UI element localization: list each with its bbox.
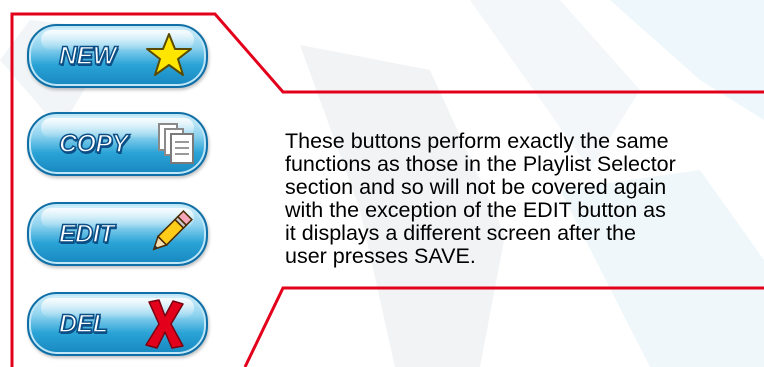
new-button-label: NEW: [58, 41, 117, 71]
red-x-icon: [145, 299, 184, 349]
manual-page: NEW COPY EDIT DEL These buttons perform …: [0, 0, 764, 367]
description-text: These buttons perform exactly the same f…: [285, 129, 676, 268]
copy-button-label: COPY: [58, 129, 129, 159]
callout-line: [243, 286, 764, 367]
edit-button-label: EDIT: [58, 219, 115, 249]
copy-button[interactable]: COPY: [27, 112, 208, 176]
star-icon: [146, 33, 192, 76]
edit-button[interactable]: EDIT: [27, 202, 208, 266]
new-button[interactable]: NEW: [27, 24, 208, 88]
delete-button-label: DEL: [58, 309, 108, 339]
copy-documents-icon: [158, 123, 194, 164]
delete-button[interactable]: DEL: [27, 292, 208, 356]
pencil-icon: [152, 210, 193, 251]
